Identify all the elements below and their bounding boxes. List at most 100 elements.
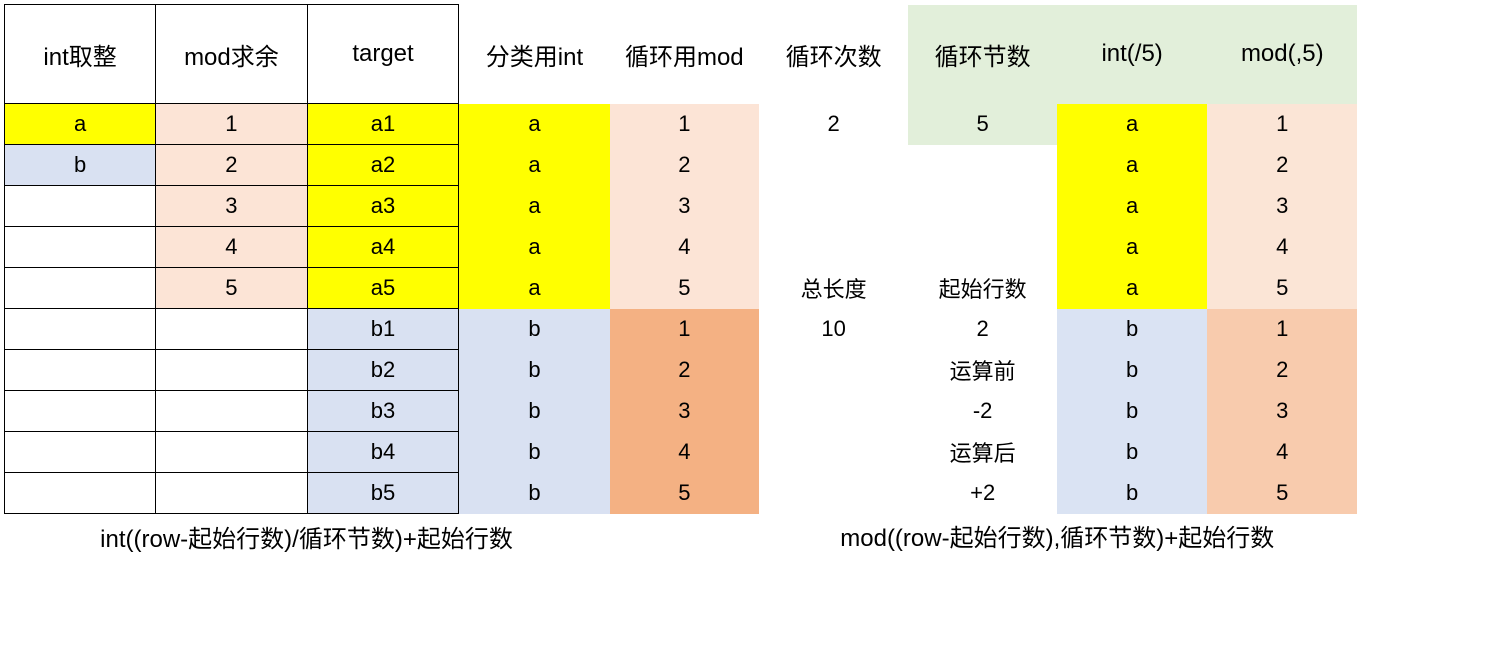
cell[interactable]: b — [459, 350, 610, 391]
cell — [1357, 391, 1506, 432]
cell[interactable]: 2 — [908, 309, 1057, 350]
cell[interactable] — [759, 145, 908, 186]
cell — [1357, 186, 1506, 227]
cell[interactable]: b — [459, 432, 610, 473]
data-row: a 1 a1 a 1 2 5 a 1 — [5, 104, 1507, 145]
cell[interactable]: 3 — [1207, 186, 1357, 227]
cell[interactable]: 4 — [610, 432, 760, 473]
cell[interactable] — [5, 391, 156, 432]
cell[interactable]: a — [1057, 145, 1207, 186]
cell[interactable]: 5 — [610, 268, 760, 309]
cell[interactable]: a — [5, 104, 156, 145]
cell[interactable]: 2 — [156, 145, 307, 186]
cell[interactable]: -2 — [908, 391, 1057, 432]
data-row: b2 b 2 运算前 b 2 — [5, 350, 1507, 391]
cell[interactable]: a — [1057, 104, 1207, 145]
cell[interactable] — [156, 391, 307, 432]
cell[interactable]: b — [459, 473, 610, 514]
cell[interactable]: 3 — [610, 391, 760, 432]
cell[interactable]: a — [459, 145, 610, 186]
cell[interactable]: b1 — [307, 309, 459, 350]
header-mod: mod求余 — [156, 5, 307, 104]
cell[interactable]: 5 — [156, 268, 307, 309]
cell[interactable]: b — [1057, 309, 1207, 350]
cell[interactable] — [5, 473, 156, 514]
cell[interactable] — [5, 432, 156, 473]
cell[interactable]: 运算前 — [908, 350, 1057, 391]
cell[interactable]: 2 — [610, 145, 760, 186]
cell[interactable]: 起始行数 — [908, 268, 1057, 309]
cell[interactable]: a — [459, 186, 610, 227]
cell[interactable]: 1 — [1207, 309, 1357, 350]
cell[interactable]: b — [1057, 432, 1207, 473]
cell[interactable]: 1 — [610, 309, 760, 350]
cell[interactable]: a — [459, 268, 610, 309]
cell[interactable]: a3 — [307, 186, 459, 227]
cell[interactable]: +2 — [908, 473, 1057, 514]
cell[interactable]: 1 — [610, 104, 760, 145]
cell[interactable] — [5, 227, 156, 268]
cell[interactable] — [759, 432, 908, 473]
cell[interactable]: 4 — [1207, 227, 1357, 268]
cell[interactable]: b4 — [307, 432, 459, 473]
cell — [1357, 432, 1506, 473]
cell[interactable]: 4 — [610, 227, 760, 268]
cell[interactable]: 2 — [759, 104, 908, 145]
cell[interactable]: b — [1057, 473, 1207, 514]
cell[interactable] — [759, 350, 908, 391]
cell[interactable] — [5, 309, 156, 350]
cell[interactable] — [156, 350, 307, 391]
cell[interactable]: 4 — [1207, 432, 1357, 473]
cell[interactable] — [156, 309, 307, 350]
cell[interactable] — [156, 432, 307, 473]
header-row: int取整 mod求余 target 分类用int 循环用mod 循环次数 循环… — [5, 5, 1507, 104]
cell[interactable]: a — [1057, 268, 1207, 309]
cell[interactable] — [5, 350, 156, 391]
cell[interactable]: 2 — [610, 350, 760, 391]
cell[interactable]: 4 — [156, 227, 307, 268]
header-loop-count: 循环次数 — [759, 5, 908, 104]
cell[interactable]: b — [1057, 350, 1207, 391]
header-loop-mod: 循环用mod — [610, 5, 760, 104]
cell[interactable]: a — [1057, 227, 1207, 268]
cell[interactable]: 3 — [156, 186, 307, 227]
cell[interactable]: b — [459, 391, 610, 432]
cell[interactable]: a — [459, 104, 610, 145]
cell[interactable]: 3 — [610, 186, 760, 227]
cell[interactable]: 10 — [759, 309, 908, 350]
cell[interactable]: a5 — [307, 268, 459, 309]
cell[interactable] — [759, 186, 908, 227]
cell[interactable] — [156, 473, 307, 514]
cell[interactable]: b — [459, 309, 610, 350]
cell[interactable]: 5 — [1207, 268, 1357, 309]
cell[interactable]: a4 — [307, 227, 459, 268]
cell[interactable]: b3 — [307, 391, 459, 432]
cell[interactable] — [908, 227, 1057, 268]
cell[interactable]: 5 — [908, 104, 1057, 145]
cell[interactable] — [759, 473, 908, 514]
cell[interactable]: b — [1057, 391, 1207, 432]
cell[interactable]: 2 — [1207, 350, 1357, 391]
cell[interactable] — [5, 186, 156, 227]
cell[interactable]: 1 — [1207, 104, 1357, 145]
cell[interactable]: b — [5, 145, 156, 186]
cell[interactable] — [759, 227, 908, 268]
cell[interactable] — [5, 268, 156, 309]
cell[interactable]: a2 — [307, 145, 459, 186]
cell[interactable]: 总长度 — [759, 268, 908, 309]
cell[interactable]: 5 — [1207, 473, 1357, 514]
cell[interactable]: 1 — [156, 104, 307, 145]
cell[interactable]: 5 — [610, 473, 760, 514]
cell[interactable]: 2 — [1207, 145, 1357, 186]
cell[interactable]: 运算后 — [908, 432, 1057, 473]
cell[interactable]: b2 — [307, 350, 459, 391]
cell[interactable]: a1 — [307, 104, 459, 145]
cell[interactable] — [908, 145, 1057, 186]
header-int: int取整 — [5, 5, 156, 104]
cell[interactable]: a — [1057, 186, 1207, 227]
cell[interactable]: 3 — [1207, 391, 1357, 432]
cell[interactable]: b5 — [307, 473, 459, 514]
cell[interactable]: a — [459, 227, 610, 268]
cell[interactable] — [908, 186, 1057, 227]
cell[interactable] — [759, 391, 908, 432]
